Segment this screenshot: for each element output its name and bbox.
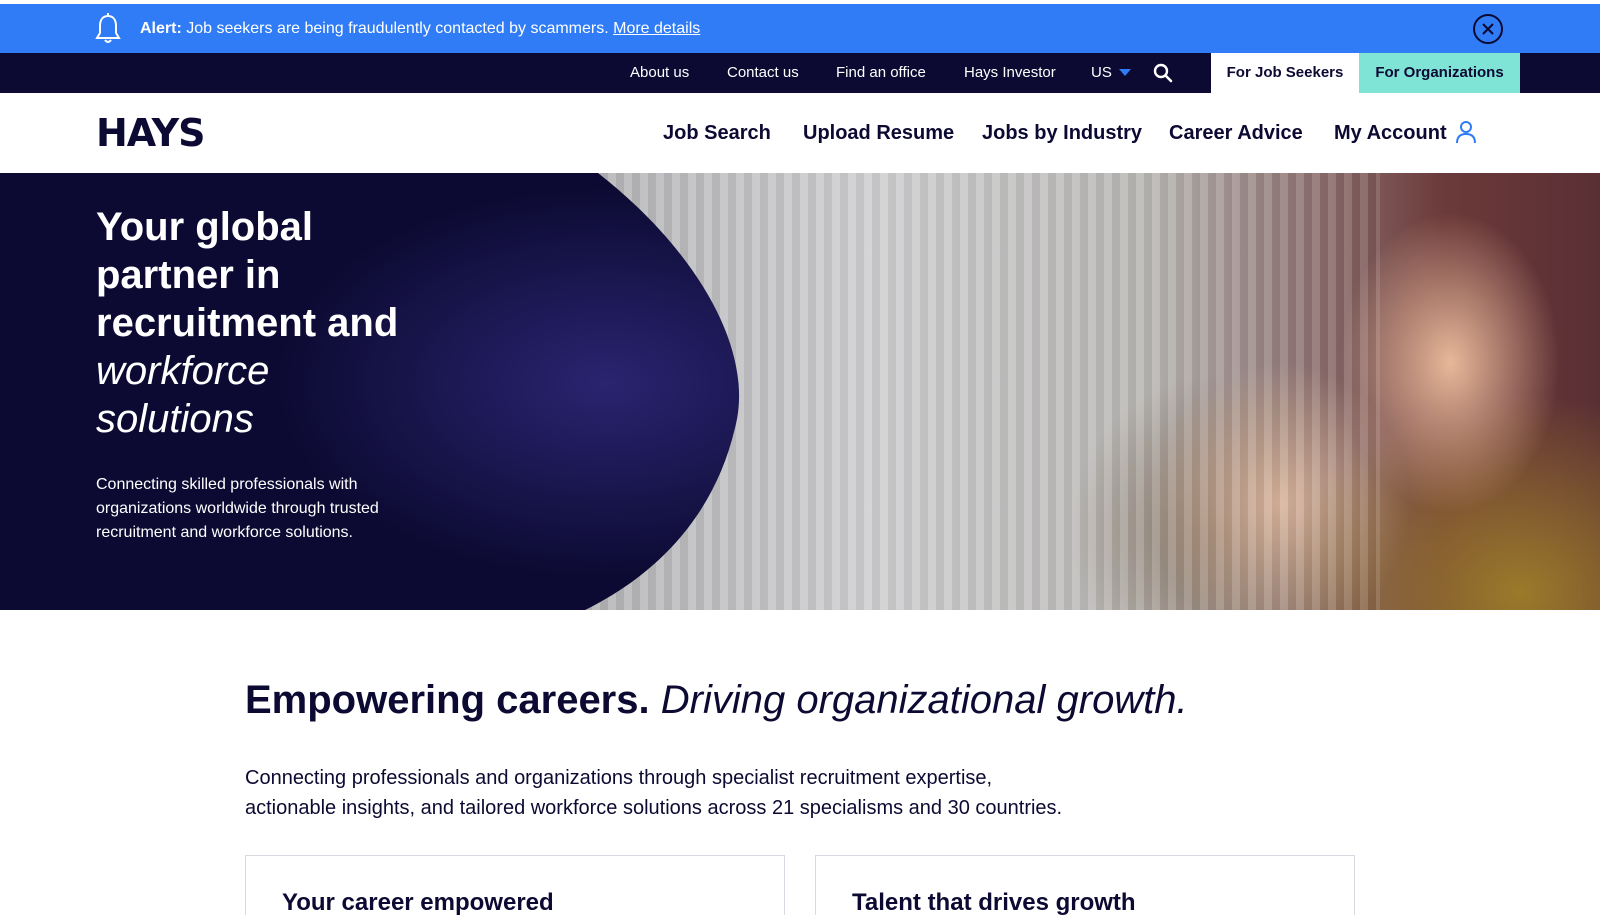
utility-link-contact-us[interactable]: Contact us (727, 64, 799, 82)
intro-heading: Empowering careers. Driving organization… (245, 676, 1188, 724)
nav-jobs-by-industry[interactable]: Jobs by Industry (982, 121, 1142, 145)
utility-link-find-an-office[interactable]: Find an office (836, 64, 926, 82)
tab-for-organizations[interactable]: For Organizations (1359, 53, 1520, 93)
intro-heading-strong: Empowering careers. (245, 678, 650, 722)
hero-title: Your global partner in recruitment and w… (96, 203, 436, 443)
hero-banner: Your global partner in recruitment and w… (0, 173, 1600, 610)
nav-upload-resume[interactable]: Upload Resume (803, 121, 954, 145)
bell-icon (95, 13, 121, 43)
intro-body: Connecting professionals and organizatio… (245, 767, 1063, 819)
user-icon[interactable] (1455, 120, 1477, 144)
chevron-down-icon[interactable] (1119, 69, 1131, 76)
hays-logo[interactable]: HAYS (96, 113, 205, 153)
main-nav: HAYS Job Search Upload Resume Jobs by In… (0, 93, 1600, 173)
alert-close-button[interactable] (1473, 14, 1503, 44)
alert-label: Alert: (140, 20, 182, 37)
card-talent[interactable]: Talent that drives growth (815, 855, 1355, 915)
card-title: Your career empowered (282, 889, 554, 915)
nav-my-account[interactable]: My Account (1334, 121, 1447, 145)
card-career[interactable]: Your career empowered (245, 855, 785, 915)
alert-text: Alert: Job seekers are being fraudulentl… (140, 19, 700, 39)
hero-title-italic: workforce solutions (96, 349, 270, 441)
alert-more-details-link[interactable]: More details (613, 20, 700, 37)
alert-message: Job seekers are being fraudulently conta… (181, 20, 614, 37)
card-title: Talent that drives growth (852, 889, 1136, 915)
search-icon[interactable] (1153, 63, 1173, 83)
hero-title-strong: Your global partner in recruitment and (96, 205, 399, 345)
utility-nav: About us Contact us Find an office Hays … (0, 53, 1600, 93)
tab-for-job-seekers[interactable]: For Job Seekers (1211, 53, 1359, 93)
nav-career-advice[interactable]: Career Advice (1169, 121, 1303, 145)
utility-link-about-us[interactable]: About us (630, 64, 689, 82)
nav-job-search[interactable]: Job Search (663, 121, 771, 145)
close-icon (1482, 23, 1494, 35)
alert-banner: Alert: Job seekers are being fraudulentl… (0, 4, 1600, 53)
region-selector[interactable]: US (1091, 64, 1112, 82)
hero-subtitle: Connecting skilled professionals with or… (96, 476, 379, 541)
utility-link-hays-investor[interactable]: Hays Investor (964, 64, 1056, 82)
intro-heading-italic: Driving organizational growth. (660, 678, 1188, 722)
